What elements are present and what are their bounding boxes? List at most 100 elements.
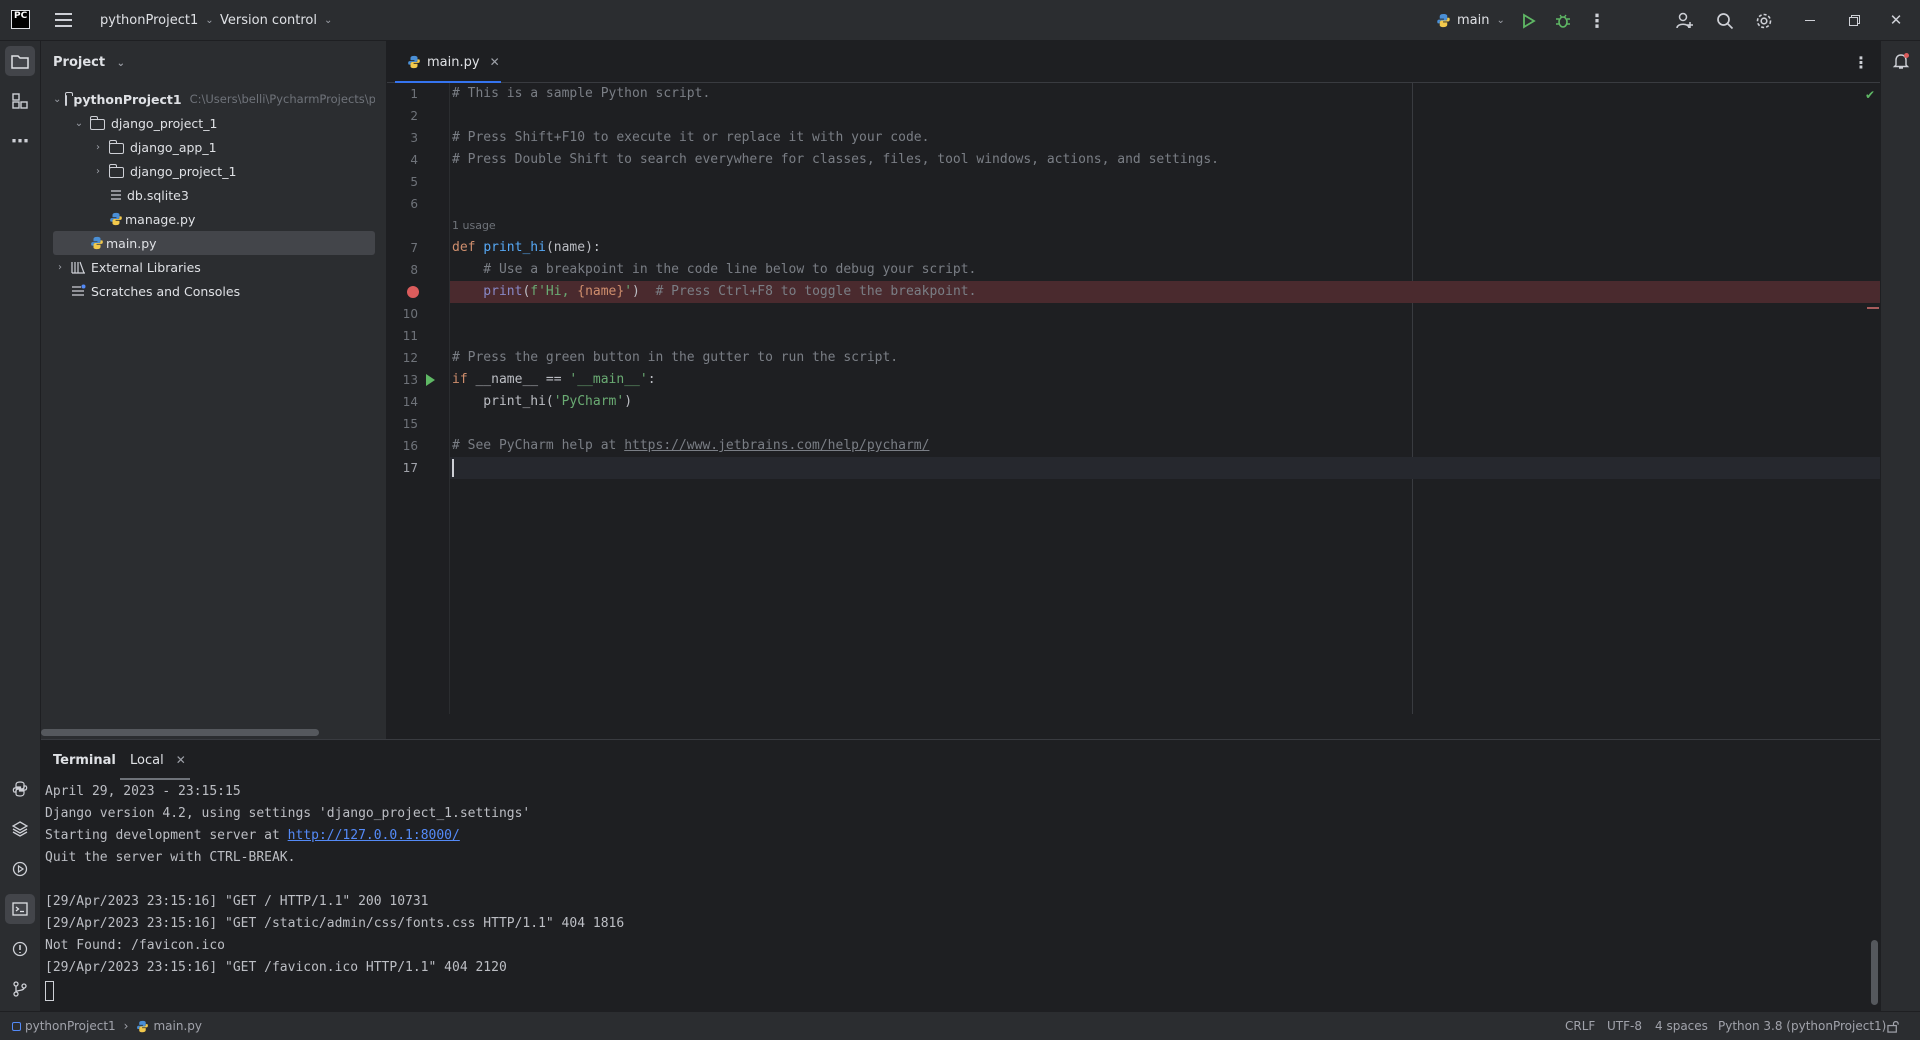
vcs-selector[interactable]: Version control ⌄ [220,0,332,41]
breadcrumb: pythonProject1 › main.py [12,1012,202,1040]
tree-item-external-libraries[interactable]: › External Libraries [53,255,375,279]
code-line: print(f'Hi, {name}') # Press Ctrl+F8 to … [387,281,1880,303]
tree-item-label: django_project_1 [111,115,218,131]
tree-item-main-py[interactable]: main.py [53,231,375,255]
panel-title: Project [53,55,106,70]
module-icon [12,1021,21,1031]
code-line: 11 [387,325,1880,347]
project-selector[interactable]: pythonProject1 ⌄ [100,0,214,41]
python-console-button[interactable] [5,774,35,804]
read-only-toggle[interactable] [1887,1012,1900,1040]
close-icon: ✕ [1889,11,1903,29]
python-console-icon [12,781,28,797]
folder-icon [11,54,29,69]
git-button[interactable] [5,974,35,1004]
tree-item-django-project[interactable]: ⌄ django_project_1 [53,111,375,135]
settings-button[interactable] [1752,9,1776,33]
tree-item-django-app[interactable]: › django_app_1 [53,135,375,159]
horizontal-scrollbar[interactable] [41,729,319,736]
search-button[interactable] [1713,9,1737,33]
tree-item-label: Scratches and Consoles [91,283,241,299]
expand-arrow-icon: ⌄ [53,93,62,105]
code-line: 8 # Use a breakpoint in the code line be… [387,259,1880,281]
debug-button[interactable] [1552,10,1574,32]
breadcrumb-file[interactable]: main.py [153,1019,202,1033]
terminal-cursor[interactable] [45,981,54,1001]
problems-icon [12,941,28,957]
bell-icon [1892,53,1910,69]
interpreter-widget[interactable]: Python 3.8 (pythonProject1) [1718,1012,1886,1040]
problems-button[interactable] [5,934,35,964]
folder-icon [90,115,105,130]
minimize-icon [1805,19,1815,21]
minimize-button[interactable] [1800,10,1820,30]
indent-widget[interactable]: 4 spaces [1655,1012,1708,1040]
text-file-icon [109,188,125,202]
usage-inlay-hint[interactable]: 1 usage [452,219,496,232]
run-button[interactable] [1518,10,1540,32]
server-url-link[interactable]: http://127.0.0.1:8000/ [288,828,460,843]
project-panel-header[interactable]: Project ⌄ [53,55,125,70]
encoding-widget[interactable]: UTF-8 [1607,1012,1642,1040]
code-line: 7 def print_hi(name): [387,237,1880,259]
tab-main-py[interactable]: main.py ✕ [395,41,501,84]
line-number: 3 [410,131,418,145]
line-number: 17 [402,461,418,475]
terminal-tab-local[interactable]: Local ✕ [120,740,190,780]
project-tool-button[interactable] [5,46,35,76]
active-terminal-tab-indicator [120,778,190,780]
structure-tool-button[interactable] [5,86,35,116]
terminal-line: Quit the server with CTRL-BREAK. [45,850,296,865]
terminal-scrollbar[interactable] [1871,940,1878,1005]
collapsed-arrow-icon: › [96,165,100,177]
tree-item-django-project-inner[interactable]: › django_project_1 [53,159,375,183]
code-line: 5 [387,171,1880,193]
more-actions-icon[interactable]: ⋮ [1587,10,1607,32]
services-button[interactable] [5,854,35,884]
package-folder-icon [109,139,124,154]
main-menu-button[interactable] [55,0,73,41]
layers-icon [12,821,28,837]
code-line: 14 print_hi('PyCharm') [387,391,1880,413]
tree-item-label: django_project_1 [130,163,237,179]
line-number: 12 [402,351,418,365]
pycharm-logo: PC [11,10,30,29]
tree-item-manage-py[interactable]: manage.py [53,207,375,231]
run-gutter-icon[interactable] [426,374,435,386]
tree-item-root[interactable]: ⌄ pythonProject1 C:\Users\belli\PycharmP… [53,87,375,111]
code-text: # See PyCharm help at https://www.jetbra… [452,438,930,453]
breakpoint-icon[interactable] [407,286,419,298]
vcs-label: Version control [220,13,317,28]
project-panel: Project ⌄ ⌄ pythonProject1 C:\Users\bell… [41,41,387,739]
terminal-line: [29/Apr/2023 23:15:16] "GET /static/admi… [45,916,625,931]
code-line: 15 [387,413,1880,435]
tree-item-label: django_app_1 [130,139,217,155]
terminal-tab-label: Local [130,752,164,768]
restore-button[interactable] [1844,10,1864,30]
help-link[interactable]: https://www.jetbrains.com/help/pycharm/ [624,438,929,453]
tree-item-scratches[interactable]: Scratches and Consoles [53,279,375,303]
terminal-tool-button[interactable] [5,894,35,924]
code-editor[interactable]: ✔ 1 # This is a sample Python script. 2 … [387,83,1880,714]
run-config-selector[interactable]: main ⌄ [1436,0,1505,41]
close-tab-icon[interactable]: ✕ [490,55,500,69]
line-number: 11 [402,329,418,343]
terminal-line: Django version 4.2, using settings 'djan… [45,806,531,821]
project-name: pythonProject1 [100,13,199,28]
code-text: # Press the green button in the gutter t… [452,350,899,365]
python-packages-button[interactable] [5,814,35,844]
status-bar: pythonProject1 › main.py CRLF UTF-8 4 sp… [0,1011,1920,1040]
tab-options-icon[interactable]: ⋮ [1851,51,1871,73]
terminal-line: Not Found: /favicon.ico [45,938,226,953]
tree-item-path: C:\Users\belli\PycharmProjects\py [189,92,375,106]
tree-item-db[interactable]: db.sqlite3 [53,183,375,207]
tree-item-label: main.py [106,235,157,251]
line-separator-widget[interactable]: CRLF [1565,1012,1595,1040]
breadcrumb-project[interactable]: pythonProject1 [25,1019,116,1033]
notifications-button[interactable] [1889,49,1913,73]
more-tools-icon[interactable]: ⋯ [5,126,35,156]
left-tool-strip: ⋯ [0,41,41,1011]
close-window-button[interactable]: ✕ [1886,10,1906,30]
close-tab-icon[interactable]: ✕ [176,753,186,767]
code-with-me-button[interactable] [1673,9,1697,33]
